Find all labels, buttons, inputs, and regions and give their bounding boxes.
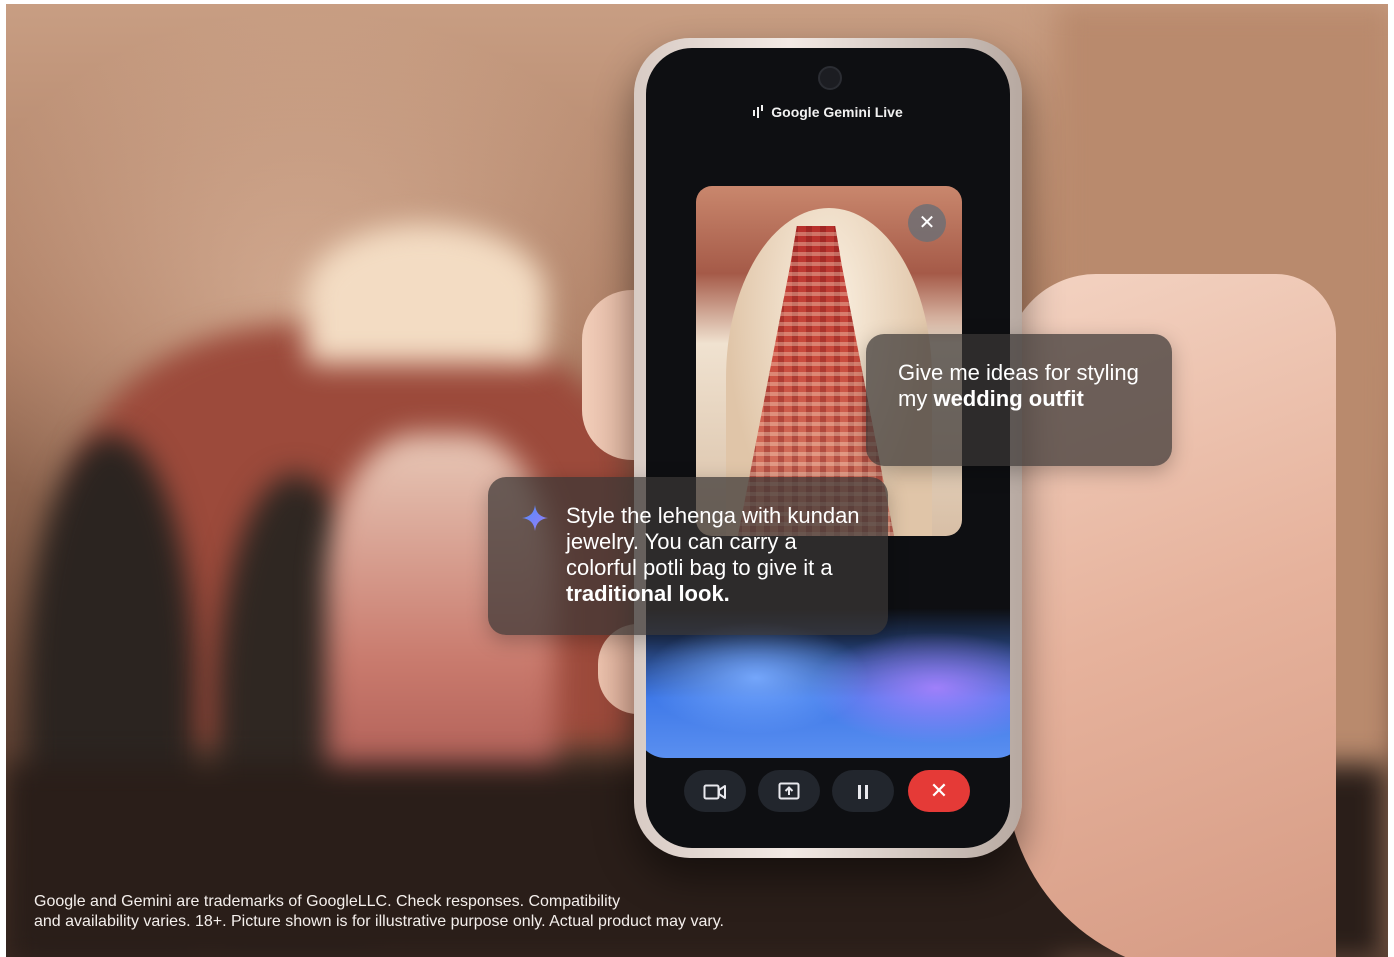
screen-share-button[interactable] xyxy=(758,770,820,812)
background-window xyxy=(306,224,546,364)
promo-banner: Google Gemini Live ✕ ✕ Give me ideas for… xyxy=(6,4,1388,957)
video-button[interactable] xyxy=(684,770,746,812)
screen-share-icon xyxy=(778,781,800,801)
front-camera xyxy=(818,66,842,90)
user-prompt-bubble: Give me ideas for styling my wedding out… xyxy=(866,334,1172,466)
video-camera-icon xyxy=(703,781,727,801)
gemini-response-text: Style the lehenga with kundan jewelry. Y… xyxy=(566,503,860,606)
pause-icon xyxy=(856,781,870,801)
end-call-button[interactable]: ✕ xyxy=(908,770,970,812)
disclaimer-line-2: and availability varies. 18+. Picture sh… xyxy=(34,913,724,930)
pause-button[interactable] xyxy=(832,770,894,812)
gemini-live-icon xyxy=(753,104,765,122)
close-preview-button[interactable]: ✕ xyxy=(908,204,946,242)
gemini-sparkle-icon xyxy=(522,505,548,537)
gemini-response-bubble: Style the lehenga with kundan jewelry. Y… xyxy=(488,477,888,635)
app-title: Google Gemini Live xyxy=(771,104,903,120)
close-icon: ✕ xyxy=(918,212,936,234)
end-call-icon: ✕ xyxy=(929,778,949,803)
call-controls: ✕ xyxy=(646,770,1010,816)
app-header: Google Gemini Live xyxy=(646,104,1010,122)
legal-disclaimer: Google and Gemini are trademarks of Goog… xyxy=(34,892,934,932)
disclaimer-line-1: Google and Gemini are trademarks of Goog… xyxy=(34,893,621,910)
user-prompt-text: Give me ideas for styling my wedding out… xyxy=(898,360,1139,411)
